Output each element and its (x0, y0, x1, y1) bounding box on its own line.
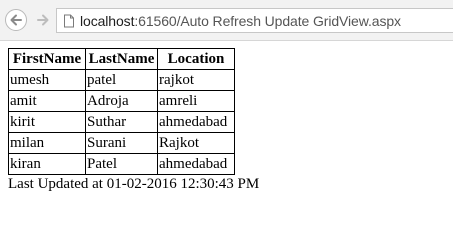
table-row: kiran Patel ahmedabad (8, 153, 235, 175)
last-updated-label: Last Updated at 01-02-2016 12:30:43 PM (8, 176, 260, 192)
header-first-name: FirstName (8, 48, 86, 70)
back-button[interactable] (5, 9, 27, 31)
cell-location: Rajkot (157, 132, 235, 154)
cell-location: rajkot (157, 69, 235, 91)
cell-first-name: umesh (8, 69, 86, 91)
cell-last-name: Patel (85, 153, 158, 175)
arrow-right-icon (37, 14, 49, 26)
table-row: umesh patel rajkot (8, 69, 235, 91)
cell-first-name: kiran (8, 153, 86, 175)
cell-first-name: amit (8, 90, 86, 112)
url-host: localhost (80, 12, 135, 29)
table-row: milan Surani Rajkot (8, 132, 235, 154)
table-row: kirit Suthar ahmedabad (8, 111, 235, 133)
header-location: Location (157, 48, 235, 70)
address-bar[interactable]: localhost:61560/Auto Refresh Update Grid… (56, 8, 453, 33)
address-url: localhost:61560/Auto Refresh Update Grid… (80, 13, 401, 29)
page-content: FirstName LastName Location umesh patel … (8, 48, 259, 193)
cell-location: amreli (157, 90, 235, 112)
cell-last-name: patel (85, 69, 158, 91)
browser-toolbar: localhost:61560/Auto Refresh Update Grid… (0, 0, 453, 41)
cell-first-name: kirit (8, 111, 86, 133)
url-path: :61560/Auto Refresh Update GridView.aspx (134, 12, 401, 29)
header-row: FirstName LastName Location (8, 48, 235, 70)
cell-last-name: Surani (85, 132, 158, 154)
cell-location: ahmedabad (157, 111, 235, 133)
cell-last-name: Adroja (85, 90, 158, 112)
grid-view: FirstName LastName Location umesh patel … (8, 48, 235, 175)
forward-button[interactable] (32, 9, 54, 31)
page-icon (64, 14, 74, 27)
arrow-left-icon (10, 14, 22, 26)
table-row: amit Adroja amreli (8, 90, 235, 112)
cell-last-name: Suthar (85, 111, 158, 133)
cell-location: ahmedabad (157, 153, 235, 175)
header-last-name: LastName (85, 48, 158, 70)
cell-first-name: milan (8, 132, 86, 154)
